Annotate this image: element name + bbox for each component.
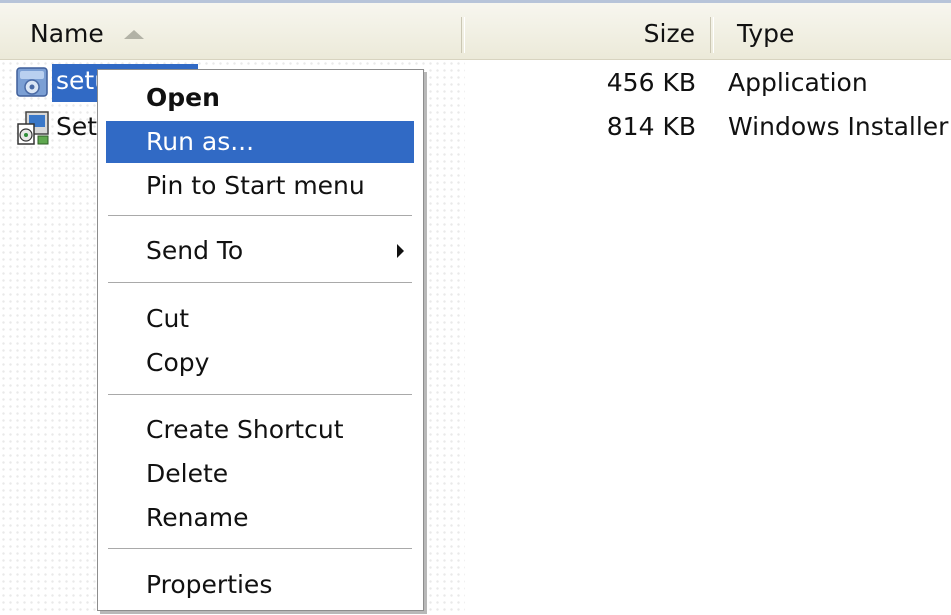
column-divider[interactable] — [710, 17, 714, 53]
column-header: Name Size Type — [0, 0, 951, 60]
submenu-arrow-icon — [397, 244, 404, 258]
column-header-type[interactable]: Type — [737, 19, 794, 49]
menu-item-label: Send To — [146, 236, 244, 265]
application-setup-icon — [16, 67, 48, 97]
menu-separator — [108, 394, 412, 396]
sort-ascending-icon — [124, 30, 144, 39]
file-size: 814 KB — [606, 112, 696, 141]
menu-separator — [108, 215, 412, 217]
menu-separator — [108, 548, 412, 550]
menu-item-pin-to-start[interactable]: Pin to Start menu — [106, 165, 414, 207]
menu-item-delete[interactable]: Delete — [106, 453, 414, 495]
menu-separator — [108, 282, 412, 284]
menu-item-create-shortcut[interactable]: Create Shortcut — [106, 409, 414, 451]
column-header-name[interactable]: Name — [30, 19, 104, 49]
menu-item-run-as[interactable]: Run as... — [106, 121, 414, 163]
explorer-file-list: Name Size Type setup 456 KB Application … — [0, 0, 951, 615]
menu-item-cut[interactable]: Cut — [106, 298, 414, 340]
menu-item-rename[interactable]: Rename — [106, 497, 414, 539]
menu-item-open[interactable]: Open — [106, 77, 414, 119]
context-menu: Open Run as... Pin to Start menu Send To… — [97, 69, 424, 611]
file-size: 456 KB — [606, 68, 696, 97]
file-type: Windows Installer — [728, 112, 949, 141]
file-type: Application — [728, 68, 868, 97]
menu-item-send-to[interactable]: Send To — [106, 230, 414, 272]
file-name[interactable]: Setup — [56, 110, 100, 144]
menu-item-properties[interactable]: Properties — [106, 564, 414, 606]
column-header-size[interactable]: Size — [644, 19, 695, 49]
menu-item-copy[interactable]: Copy — [106, 342, 414, 384]
windows-installer-package-icon — [17, 111, 49, 145]
column-divider[interactable] — [461, 17, 465, 53]
